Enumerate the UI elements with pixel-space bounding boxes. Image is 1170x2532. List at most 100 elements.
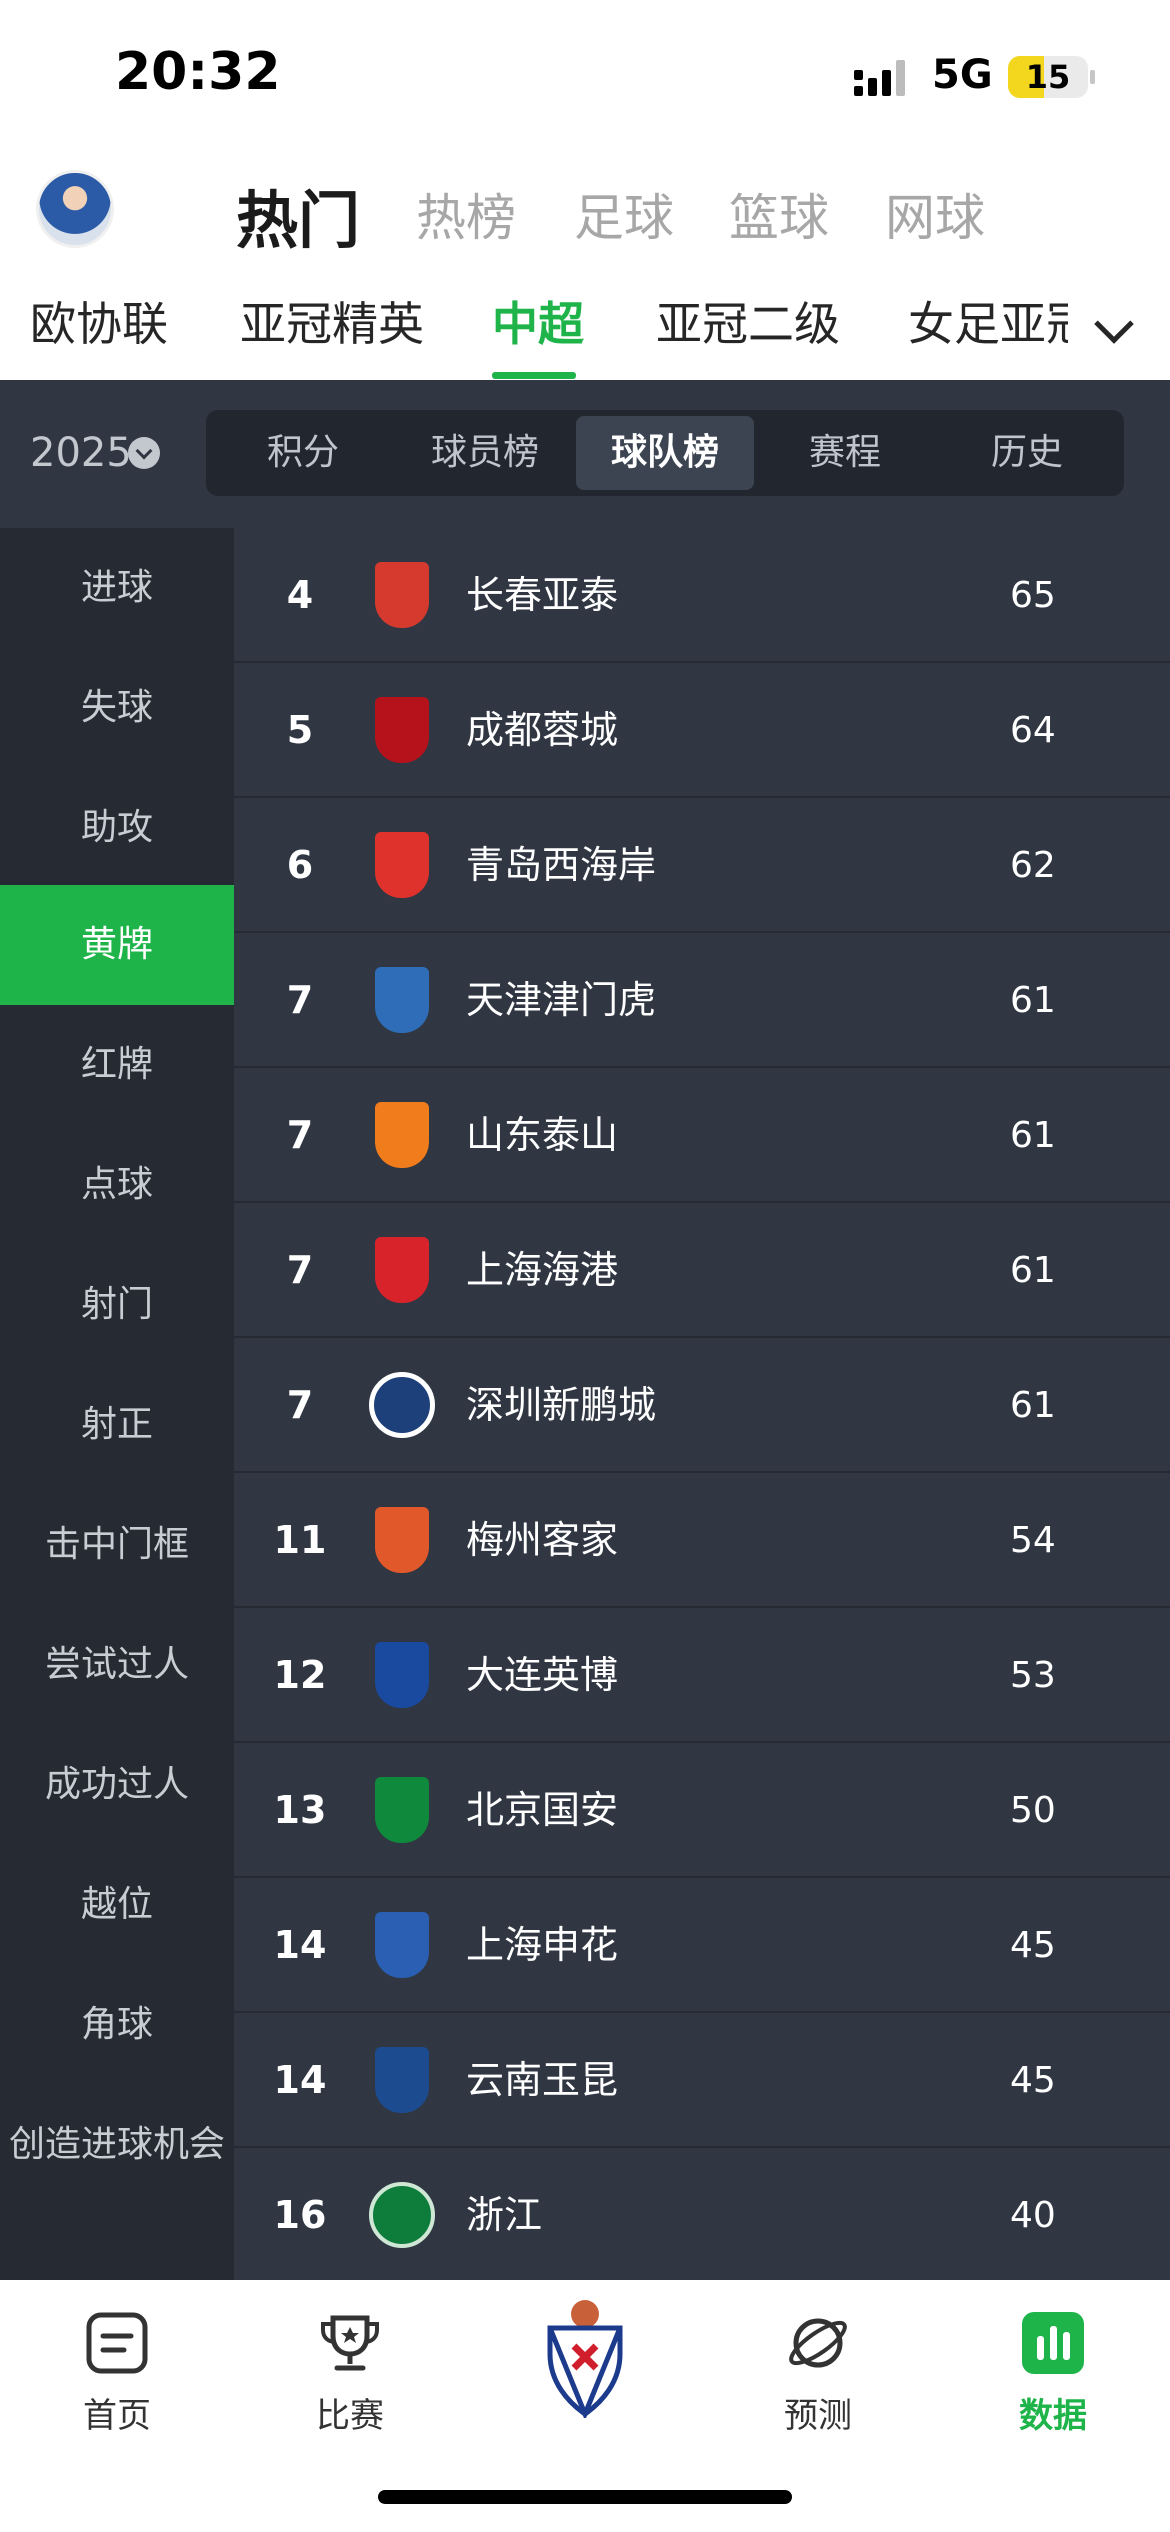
team-logo-icon — [369, 1642, 435, 1708]
stat-value: 45 — [1010, 1925, 1056, 1966]
team-logo-icon — [369, 1372, 435, 1438]
nav-data[interactable]: 数据 — [983, 2310, 1123, 2437]
tab-football[interactable]: 足球 — [574, 178, 674, 250]
club-crest-icon — [547, 2300, 623, 2418]
battery-tip — [1090, 70, 1095, 84]
category-shots-on-target[interactable]: 射正 — [0, 1365, 234, 1485]
rank: 14 — [273, 1923, 327, 1967]
nav-matches[interactable]: 比赛 — [280, 2310, 420, 2437]
segment-history[interactable]: 历史 — [938, 410, 1116, 496]
rank: 4 — [286, 573, 314, 617]
table-row[interactable]: 12 大连英博 53 — [234, 1608, 1170, 1743]
category-shots[interactable]: 射门 — [0, 1245, 234, 1365]
category-successful-dribbles[interactable]: 成功过人 — [0, 1725, 234, 1845]
team-logo-icon — [369, 2182, 435, 2248]
stat-value: 53 — [1010, 1655, 1056, 1696]
table-row[interactable]: 7 天津津门虎 61 — [234, 933, 1170, 1068]
team-name: 深圳新鹏城 — [466, 1383, 657, 1427]
team-logo-icon — [369, 1237, 435, 1303]
nav-predict-label: 预测 — [784, 2396, 852, 2436]
league-tab-bar: 欧协联 亚冠精英 中超 亚冠二级 女足亚冠 — [0, 288, 1170, 380]
team-name: 青岛西海岸 — [466, 843, 657, 887]
table-row[interactable]: 16 浙江 40 — [234, 2148, 1170, 2283]
team-logo-icon — [369, 2047, 435, 2113]
category-chances-created[interactable]: 创造进球机会 — [0, 2085, 234, 2205]
category-woodwork[interactable]: 击中门框 — [0, 1485, 234, 1605]
tab-tennis[interactable]: 网球 — [885, 178, 985, 250]
table-row[interactable]: 4 长春亚泰 65 — [234, 528, 1170, 663]
rank: 11 — [273, 1518, 327, 1562]
segment-schedule[interactable]: 赛程 — [756, 410, 934, 496]
chevron-down-icon[interactable] — [1094, 304, 1134, 344]
table-row[interactable]: 11 梅州客家 54 — [234, 1473, 1170, 1608]
rank: 12 — [273, 1653, 327, 1697]
league-tab-womens-acl[interactable]: 女足亚冠 — [908, 288, 1068, 354]
category-sidebar: 进球 失球 助攻 黄牌 红牌 点球 射门 射正 击中门框 尝试过人 成功过人 越… — [0, 528, 234, 2280]
stat-value: 65 — [1010, 575, 1056, 616]
team-name: 山东泰山 — [466, 1113, 619, 1157]
team-logo-icon — [369, 1777, 435, 1843]
nav-center-club[interactable] — [515, 2298, 655, 2430]
active-league-indicator — [492, 372, 576, 379]
table-row[interactable]: 7 上海海港 61 — [234, 1203, 1170, 1338]
segment-standings[interactable]: 积分 — [214, 410, 392, 496]
team-logo-icon — [369, 1102, 435, 1168]
team-logo-icon — [369, 562, 435, 628]
rank: 6 — [286, 843, 314, 887]
user-avatar[interactable] — [36, 170, 114, 248]
table-row[interactable]: 7 山东泰山 61 — [234, 1068, 1170, 1203]
rank: 7 — [286, 978, 314, 1022]
chevron-down-icon[interactable] — [128, 437, 160, 469]
stat-value: 54 — [1010, 1520, 1056, 1561]
table-row[interactable]: 6 青岛西海岸 62 — [234, 798, 1170, 933]
category-penalties[interactable]: 点球 — [0, 1125, 234, 1245]
category-dribble-attempts[interactable]: 尝试过人 — [0, 1605, 234, 1725]
stat-value: 61 — [1010, 1115, 1056, 1156]
team-name: 大连英博 — [466, 1653, 619, 1697]
stat-value: 61 — [1010, 1250, 1056, 1291]
stat-value: 40 — [1010, 2195, 1056, 2236]
category-offsides[interactable]: 越位 — [0, 1845, 234, 1965]
league-tab-csl[interactable]: 中超 — [492, 288, 584, 354]
team-name: 天津津门虎 — [466, 978, 657, 1022]
team-name: 浙江 — [466, 2193, 543, 2237]
category-goals[interactable]: 进球 — [0, 528, 234, 648]
stats-segment-control: 积分 球员榜 球队榜 赛程 历史 — [206, 410, 1124, 496]
team-logo-icon — [369, 1507, 435, 1573]
category-assists[interactable]: 助攻 — [0, 768, 234, 888]
rank: 13 — [273, 1788, 327, 1832]
stat-value: 61 — [1010, 980, 1056, 1021]
season-selector[interactable]: 2025 — [30, 430, 132, 476]
battery-icon: 15 — [1008, 56, 1088, 98]
battery-level: 15 — [1025, 58, 1071, 96]
category-red-cards[interactable]: 红牌 — [0, 1005, 234, 1125]
nav-predict[interactable]: 预测 — [748, 2310, 888, 2437]
tab-basketball[interactable]: 篮球 — [729, 178, 829, 250]
cellular-signal-icon — [854, 60, 905, 96]
team-logo-icon — [369, 967, 435, 1033]
category-conceded[interactable]: 失球 — [0, 648, 234, 768]
nav-home[interactable]: 首页 — [47, 2310, 187, 2437]
league-tab-uecl[interactable]: 欧协联 — [30, 288, 168, 354]
category-corners[interactable]: 角球 — [0, 1965, 234, 2085]
planet-icon — [789, 2318, 847, 2368]
rank: 7 — [286, 1248, 314, 1292]
league-tab-acl-elite[interactable]: 亚冠精英 — [240, 288, 424, 354]
segment-player-rank[interactable]: 球员榜 — [396, 410, 574, 496]
home-indicator[interactable] — [378, 2490, 792, 2504]
table-row[interactable]: 14 云南玉昆 45 — [234, 2013, 1170, 2148]
rank: 14 — [273, 2058, 327, 2102]
tab-hot-list[interactable]: 热榜 — [416, 178, 516, 250]
table-row[interactable]: 7 深圳新鹏城 61 — [234, 1338, 1170, 1473]
network-type: 5G — [932, 52, 993, 98]
team-logo-icon — [369, 1912, 435, 1978]
table-row[interactable]: 14 上海申花 45 — [234, 1878, 1170, 2013]
table-row[interactable]: 13 北京国安 50 — [234, 1743, 1170, 1878]
stat-value: 45 — [1010, 2060, 1056, 2101]
segment-team-rank[interactable]: 球队榜 — [576, 416, 754, 490]
table-row[interactable]: 5 成都蓉城 64 — [234, 663, 1170, 798]
tab-hot[interactable]: 热门 — [236, 170, 360, 260]
category-yellow-cards[interactable]: 黄牌 — [0, 885, 234, 1005]
league-tab-acl2[interactable]: 亚冠二级 — [656, 288, 840, 354]
home-icon — [86, 2312, 148, 2374]
